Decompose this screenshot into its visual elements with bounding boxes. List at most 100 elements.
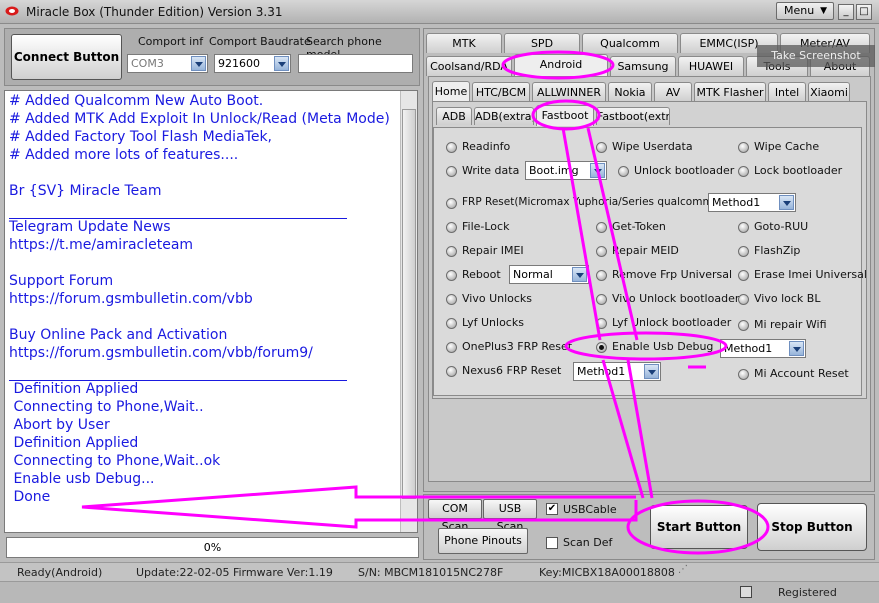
baudrate-label: Comport Baudrate [209, 35, 311, 48]
mi-account-reset-label: Mi Account Reset [754, 367, 849, 380]
write-data-radio[interactable] [446, 166, 457, 177]
usb-cable-checkbox[interactable]: ✔ [546, 503, 558, 515]
tab-adb-extra[interactable]: ADB(extra) [474, 107, 534, 125]
vivo-unlock-bl-radio[interactable] [596, 294, 607, 305]
comport-value: COM3 [131, 57, 164, 70]
remove-frp-radio[interactable] [596, 270, 607, 281]
get-token-radio[interactable] [596, 222, 607, 233]
flashzip-label: FlashZip [754, 244, 801, 257]
phone-pinouts-button[interactable]: Phone Pinouts [438, 528, 528, 554]
unlock-bootloader-radio[interactable] [618, 166, 629, 177]
baudrate-select[interactable]: 921600 [214, 54, 291, 73]
readinfo-label: Readinfo [462, 140, 511, 153]
search-phone-input[interactable] [298, 54, 413, 73]
repair-meid-radio[interactable] [596, 246, 607, 257]
tab-home[interactable]: Home [432, 81, 470, 101]
chevron-down-icon: ▼ [820, 6, 827, 16]
repair-imei-radio[interactable] [446, 246, 457, 257]
com-scan-button[interactable]: COM Scan [428, 499, 482, 533]
readinfo-radio[interactable] [446, 142, 457, 153]
lyf-unlock-bl-radio[interactable] [596, 318, 607, 329]
tab-htc-bcm[interactable]: HTC/BCM [472, 82, 530, 101]
tab-samsung[interactable]: Samsung [610, 56, 676, 76]
tab-spd[interactable]: SPD [504, 33, 580, 53]
registered-label: Registered [778, 586, 837, 599]
log-line: Connecting to Phone,Wait..ok [9, 453, 221, 469]
enable-usb-debug-label: Enable Usb Debug [612, 340, 714, 353]
usb-debug-method-select[interactable]: Method1 [720, 339, 806, 358]
frp-method-select[interactable]: Method1 [708, 193, 796, 212]
log-line: # Added MTK Add Exploit In Unlock/Read (… [9, 111, 390, 127]
log-line: # Added Qualcomm New Auto Boot. [9, 93, 264, 109]
stop-button[interactable]: Stop Button [757, 503, 867, 551]
menu-button[interactable]: Menu ▼ [776, 2, 834, 20]
log-line: https://forum.gsmbulletin.com/vbb/forum9… [9, 345, 313, 361]
write-data-select[interactable]: Boot.img [525, 161, 607, 180]
lyf-unlocks-label: Lyf Unlocks [462, 316, 524, 329]
log-line: Enable usb Debug... [9, 471, 155, 487]
tab-mtk-flasher[interactable]: MTK Flasher [694, 82, 766, 101]
app-logo-icon [5, 6, 19, 16]
log-scrollbar[interactable] [400, 91, 417, 532]
lyf-unlocks-radio[interactable] [446, 318, 457, 329]
tab-coolsand-rda[interactable]: Coolsand/RDA [426, 56, 512, 76]
maximize-button[interactable]: □ [856, 4, 872, 20]
nexus6-frp-label: Nexus6 FRP Reset [462, 364, 562, 377]
scrollbar-thumb[interactable] [402, 109, 416, 499]
flashzip-radio[interactable] [738, 246, 749, 257]
log-line: https://forum.gsmbulletin.com/vbb [9, 291, 253, 307]
usb-scan-button[interactable]: USB Scan [483, 499, 537, 533]
repair-imei-label: Repair IMEI [462, 244, 524, 257]
frp-reset-radio[interactable] [446, 198, 457, 209]
tab-nokia[interactable]: Nokia [608, 82, 652, 101]
status-state: Ready(Android) [17, 566, 103, 579]
lyf-unlock-bl-label: Lyf Unlock bootloader [612, 316, 732, 329]
reboot-radio[interactable] [446, 270, 457, 281]
wipe-cache-label: Wipe Cache [754, 140, 820, 153]
goto-ruu-radio[interactable] [738, 222, 749, 233]
scan-def-checkbox[interactable] [546, 537, 558, 549]
dropdown-arrow-icon [191, 56, 206, 71]
file-lock-radio[interactable] [446, 222, 457, 233]
vivo-unlocks-radio[interactable] [446, 294, 457, 305]
tab-huawei[interactable]: HUAWEI [678, 56, 744, 76]
log-line: https://t.me/amiracleteam [9, 237, 194, 253]
connect-button[interactable]: Connect Button [11, 34, 122, 80]
tab-fastboot[interactable]: Fastboot [536, 105, 594, 126]
vivo-unlock-bl-label: Vivo Unlock bootloader [612, 292, 740, 305]
log-textarea[interactable]: # Added Qualcomm New Auto Boot. # Added … [4, 90, 418, 533]
tab-fastboot-extra[interactable]: Fastboot(extra) [596, 107, 670, 125]
lock-bootloader-radio[interactable] [738, 166, 749, 177]
tab-av[interactable]: AV [654, 82, 692, 101]
tab-adb[interactable]: ADB [436, 107, 472, 125]
tab-intel[interactable]: Intel [768, 82, 806, 101]
write-data-value: Boot.img [529, 164, 579, 177]
tab-allwinner[interactable]: ALLWINNER [532, 82, 606, 101]
vivo-lock-bl-radio[interactable] [738, 294, 749, 305]
reboot-mode-select[interactable]: Normal [509, 265, 589, 284]
remove-frp-label: Remove Frp Universal [612, 268, 733, 281]
tab-qualcomm[interactable]: Qualcomm [582, 33, 678, 53]
log-line: # Added more lots of features.... [9, 147, 239, 163]
frp-method-value: Method1 [712, 196, 761, 209]
mi-account-reset-radio[interactable] [738, 369, 749, 380]
start-button[interactable]: Start Button [650, 505, 748, 549]
nexus6-frp-radio[interactable] [446, 366, 457, 377]
comport-select[interactable]: COM3 [127, 54, 208, 73]
wipe-userdata-radio[interactable] [596, 142, 607, 153]
oneplus-frp-radio[interactable] [446, 342, 457, 353]
mi-repair-wifi-radio[interactable] [738, 320, 749, 331]
window-title: Miracle Box (Thunder Edition) Version 3.… [26, 5, 283, 19]
comport-label: Comport inf [138, 35, 204, 48]
enable-usb-debug-radio[interactable] [596, 342, 607, 353]
nexus6-method-select[interactable]: Method1 [573, 362, 661, 381]
tab-android[interactable]: Android [514, 54, 608, 76]
take-screenshot-button[interactable]: Take Screenshot [757, 45, 875, 67]
tab-xiaomi[interactable]: Xiaomi [808, 82, 850, 101]
tab-mtk[interactable]: MTK [426, 33, 502, 53]
dropdown-arrow-icon [779, 195, 794, 210]
wipe-cache-radio[interactable] [738, 142, 749, 153]
erase-imei-radio[interactable] [738, 270, 749, 281]
minimize-button[interactable]: _ [838, 4, 854, 20]
usb-cable-label: USBCable [563, 503, 617, 516]
